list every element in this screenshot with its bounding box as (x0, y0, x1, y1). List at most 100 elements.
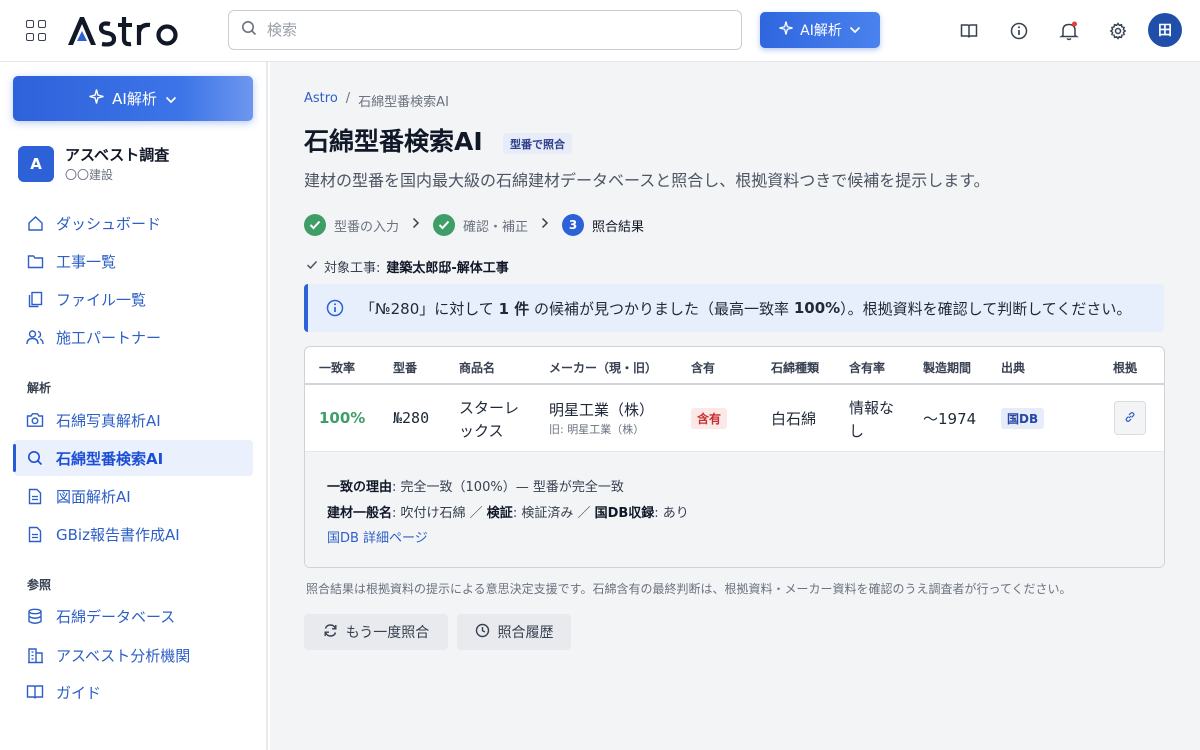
user-avatar[interactable]: 田 (1148, 13, 1182, 47)
mode-badge: 型番で照合 (503, 133, 572, 154)
db-listed-label: 国DB収録 (594, 506, 655, 521)
search-input[interactable] (267, 21, 707, 39)
sidebar-item-partners[interactable]: 施工パートナー (14, 319, 253, 355)
search-icon (241, 20, 257, 40)
sidebar-item-asbestos-database[interactable]: 石綿データベース (14, 598, 253, 634)
sidebar-item-guide[interactable]: ガイド (14, 674, 253, 710)
sidebar-item-label: 図面解析AI (56, 487, 131, 506)
asbestos-type: 白石綿 (771, 410, 817, 428)
step-input[interactable]: 型番の入力 (304, 214, 399, 236)
sidebar-item-photo-ai[interactable]: 石綿写真解析AI (14, 402, 253, 438)
col-header-asbestos-type: 石綿種類 (771, 361, 820, 375)
source-badge-label: 国DB (1001, 408, 1045, 429)
product-name-line2: ックス (459, 422, 504, 440)
source-badge[interactable]: 国DB (1001, 408, 1045, 429)
book-open-icon (26, 683, 44, 701)
target-label: 対象工事: (324, 261, 381, 276)
chevron-down-icon (165, 90, 177, 108)
sidebar-item-analysis-labs[interactable]: アスベスト分析機関 (14, 637, 253, 673)
sidebar-item-model-search-ai[interactable]: 石綿型番検索AI (13, 440, 253, 476)
database-icon (26, 607, 44, 625)
search-box[interactable] (228, 10, 742, 50)
sidebar-item-label: ガイド (56, 683, 102, 702)
match-reason-value: : 完全一致（100%）— 型番が完全一致 (392, 480, 624, 495)
content-rate-line2: し (849, 422, 865, 440)
book-icon[interactable] (957, 19, 981, 43)
col-header-model: 型番 (393, 361, 418, 375)
product-name-line1: スターレ (459, 399, 520, 417)
contains-badge: 含有 (691, 408, 728, 429)
breadcrumb-root[interactable]: Astro (304, 91, 338, 110)
bell-icon[interactable] (1057, 19, 1081, 43)
info-count: 1 件 (498, 299, 530, 318)
step-result: 3 照合結果 (562, 214, 644, 236)
info-rate: 100% (793, 299, 841, 317)
results-table: 一致率 型番 商品名 メーカー（現・旧） 含有 石綿種類 含有率 製造期間 出典… (304, 346, 1165, 568)
info-text-2: の候補が見つかりました（最高一致率 (534, 299, 790, 318)
step-label: 確認・補正 (463, 219, 529, 235)
check-icon (433, 214, 456, 236)
target-value: 建築太郎邸-解体工事 (386, 261, 509, 276)
search-icon (26, 449, 44, 467)
page-title: 石綿型番検索AI (304, 127, 483, 156)
main-content: Astro / 石綿型番検索AI 石綿型番検索AI 型番で照合 建材の型番を国内… (270, 62, 1200, 750)
sidebar-item-label: アスベスト分析機関 (56, 646, 191, 665)
ai-analysis-button[interactable]: AI解析 (760, 12, 880, 48)
maker-name: 明星工業（株） (549, 401, 655, 419)
building-icon (26, 646, 44, 664)
col-header-source: 出典 (1001, 361, 1026, 375)
sidebar-item-files[interactable]: ファイル一覧 (14, 281, 253, 317)
retry-button[interactable]: もう一度照合 (304, 614, 448, 650)
chevron-right-icon (412, 217, 420, 233)
general-name-label: 建材一般名 (327, 506, 393, 521)
org-avatar: A (18, 146, 54, 182)
db-detail-link[interactable]: 国DB 詳細ページ (327, 527, 428, 546)
history-button[interactable]: 照合履歴 (457, 614, 571, 650)
sidebar-section-analysis: 解析 (27, 381, 52, 395)
sidebar-item-dashboard[interactable]: ダッシュボード (14, 205, 253, 241)
org-name: アスベスト調査 (65, 146, 170, 164)
info-icon[interactable] (1007, 19, 1031, 43)
home-icon (26, 214, 44, 232)
sidebar-item-label: ダッシュボード (56, 214, 162, 233)
page-subtitle: 建材の型番を国内最大級の石綿建材データベースと照合し、根拠資料つきで候補を提示し… (304, 171, 990, 190)
contains-badge-label: 含有 (691, 408, 728, 429)
sidebar-item-label: 石綿型番検索AI (56, 449, 164, 468)
org-avatar-initial: A (30, 155, 42, 173)
sidebar-section-reference: 参照 (27, 578, 52, 592)
sidebar-ai-analysis-button[interactable]: AI解析 (13, 76, 253, 121)
db-listed-value: : あり (654, 506, 689, 521)
breadcrumb-separator: / (345, 91, 351, 106)
result-info-banner: 「№280」に対して 1 件 の候補が見つかりました（最高一致率 100% ）。根… (304, 284, 1164, 332)
match-rate: 100% (319, 409, 366, 427)
target-project: 対象工事: 建築太郎邸-解体工事 (306, 257, 509, 276)
evidence-link-button[interactable] (1114, 401, 1146, 435)
step-confirm[interactable]: 確認・補正 (433, 214, 528, 236)
astro-logo-mark (68, 17, 178, 47)
info-text-1: 「№280」に対して (360, 299, 494, 318)
col-header-match: 一致率 (319, 361, 356, 375)
col-header-evidence: 根拠 (1113, 361, 1138, 375)
document-icon (26, 525, 44, 543)
sidebar-item-label: 工事一覧 (56, 252, 117, 271)
gear-icon[interactable] (1106, 19, 1130, 43)
sidebar-ai-analysis-label: AI解析 (112, 90, 157, 108)
app-grid-icon[interactable] (26, 20, 48, 42)
breadcrumb: Astro / 石綿型番検索AI (304, 91, 449, 110)
row-detail-panel: 一致の理由: 完全一致（100%）— 型番が完全一致 建材一般名: 吹付け石綿 … (305, 451, 1164, 567)
sidebar-item-drawing-ai[interactable]: 図面解析AI (14, 478, 253, 514)
organization-switcher[interactable]: A アスベスト調査 〇〇建設 (18, 144, 258, 184)
match-reason: 一致の理由: 完全一致（100%）— 型番が完全一致 (327, 476, 624, 495)
sidebar-item-gbiz-report-ai[interactable]: GBiz報告書作成AI (14, 516, 253, 552)
sidebar-item-projects[interactable]: 工事一覧 (14, 243, 253, 279)
org-subtitle: 〇〇建設 (65, 168, 114, 182)
camera-icon (26, 411, 44, 429)
user-avatar-initial: 田 (1158, 23, 1172, 39)
files-icon (26, 290, 44, 308)
step-number: 3 (562, 214, 585, 236)
sidebar-item-label: 施工パートナー (56, 328, 162, 347)
astro-logo[interactable] (66, 6, 208, 56)
table-row[interactable]: 100% №280 スターレ ックス 明星工業（株） 旧: 明星工業（株） 含有… (305, 385, 1164, 451)
maker-old-name: 旧: 明星工業（株） (549, 423, 645, 436)
info-text-3: ）。根拠資料を確認して判断してください。 (840, 299, 1132, 318)
